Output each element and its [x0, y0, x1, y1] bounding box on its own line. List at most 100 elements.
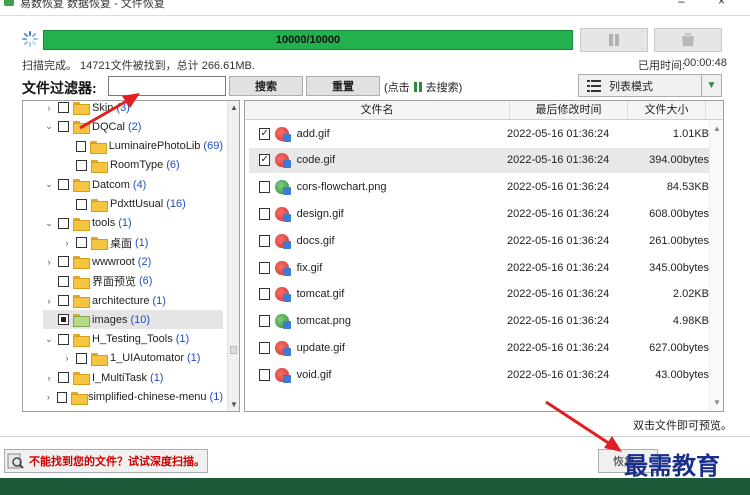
- tree-checkbox[interactable]: [58, 121, 69, 133]
- tree-checkbox[interactable]: [58, 179, 69, 191]
- scan-summary: 扫描完成。 14721文件被找到，总计 266.61MB.: [22, 60, 255, 72]
- tree-item[interactable]: 界面预览 (6): [43, 272, 223, 291]
- expand-chevron-icon[interactable]: ›: [43, 257, 55, 267]
- tree-item[interactable]: › Skin (3): [43, 101, 223, 117]
- tree-checkbox[interactable]: [75, 140, 87, 152]
- reset-button[interactable]: 重置: [306, 76, 380, 96]
- tree-item[interactable]: ⌄ Datcom (4): [43, 175, 223, 194]
- collapse-chevron-icon[interactable]: ⌄: [43, 121, 55, 132]
- tree-item[interactable]: ⌄ tools (1): [43, 214, 223, 233]
- expand-chevron-icon[interactable]: ›: [43, 296, 55, 306]
- file-row[interactable]: tomcat.png 2022-05-16 01:36:24 4.98KB: [249, 309, 709, 334]
- stop-button[interactable]: [654, 28, 722, 52]
- file-checkbox[interactable]: ✓: [259, 127, 271, 140]
- folder-tree[interactable]: ▲ ▼ › Skin (3) ⌄ DQCal (2) LuminairePhotoLib (6…: [22, 100, 240, 412]
- tree-checkbox[interactable]: [58, 314, 69, 326]
- file-row[interactable]: design.gif 2022-05-16 01:36:24 608.00bytes: [249, 201, 709, 226]
- tree-item-label: DQCal: [92, 120, 126, 133]
- collapse-chevron-icon[interactable]: ⌄: [43, 334, 55, 345]
- tree-checkbox[interactable]: [58, 217, 69, 229]
- folder-icon: [73, 179, 90, 193]
- deep-scan-button[interactable]: 不能找到您的文件？试试深度扫描。: [4, 449, 208, 473]
- tree-scrollbar[interactable]: ▲ ▼: [227, 101, 239, 411]
- file-list[interactable]: 文件名 最后修改时间 文件大小 ▲ ▼ ✓ add.gif 2022-05-16 0…: [244, 100, 724, 412]
- tree-item-label: wwwroot: [92, 255, 135, 268]
- list-scroll-down-icon[interactable]: ▼: [713, 398, 721, 407]
- tree-item[interactable]: ⌄ DQCal (2): [43, 117, 223, 136]
- png-file-icon: [275, 180, 291, 196]
- file-row[interactable]: docs.gif 2022-05-16 01:36:24 261.00bytes: [249, 228, 709, 253]
- scroll-thumb[interactable]: [230, 346, 237, 354]
- file-checkbox[interactable]: [259, 288, 271, 301]
- tree-checkbox[interactable]: [58, 275, 69, 287]
- column-name[interactable]: 文件名: [245, 101, 510, 120]
- tree-checkbox[interactable]: [58, 102, 69, 113]
- tree-item[interactable]: ⌄ H_Testing_Tools (1): [43, 330, 223, 349]
- file-row[interactable]: void.gif 2022-05-16 01:36:24 43.00bytes: [249, 362, 709, 387]
- scroll-down-icon[interactable]: ▼: [230, 400, 238, 409]
- file-date: 2022-05-16 01:36:24: [507, 207, 610, 220]
- tree-checkbox[interactable]: [76, 352, 87, 364]
- file-name: tomcat.gif: [296, 288, 345, 301]
- file-row[interactable]: update.gif 2022-05-16 01:36:24 627.00bytes: [249, 335, 709, 360]
- tree-checkbox[interactable]: [76, 237, 87, 249]
- tree-checkbox[interactable]: [58, 372, 69, 384]
- file-size: 2.02KB: [672, 288, 710, 301]
- tree-checkbox[interactable]: [58, 256, 69, 268]
- expand-chevron-icon[interactable]: ›: [43, 103, 55, 113]
- expand-chevron-icon[interactable]: ›: [43, 373, 55, 383]
- filter-input[interactable]: [108, 76, 226, 96]
- file-row[interactable]: tomcat.gif 2022-05-16 01:36:24 2.02KB: [249, 282, 709, 307]
- scroll-up-icon[interactable]: ▲: [230, 103, 238, 112]
- file-size: 627.00bytes: [649, 341, 710, 354]
- file-checkbox[interactable]: [259, 315, 271, 328]
- column-size[interactable]: 文件大小: [628, 101, 706, 120]
- file-row[interactable]: ✓ add.gif 2022-05-16 01:36:24 1.01KB: [249, 121, 709, 146]
- tree-item-label: images: [92, 313, 128, 326]
- file-row[interactable]: cors-flowchart.png 2022-05-16 01:36:24 84.…: [249, 175, 709, 200]
- file-checkbox[interactable]: [259, 368, 271, 381]
- preview-hint: 双击文件即可预览。: [633, 420, 732, 432]
- close-icon[interactable]: ×: [718, 0, 725, 8]
- folder-icon: [73, 121, 90, 135]
- tree-item[interactable]: › 桌面 (1): [61, 233, 223, 252]
- pause-hint-icon: [413, 82, 422, 92]
- tree-item-label: simplified-chinese-menu: [87, 391, 207, 403]
- file-checkbox[interactable]: [259, 341, 271, 354]
- expand-chevron-icon[interactable]: ›: [61, 353, 73, 363]
- file-checkbox[interactable]: ✓: [259, 154, 271, 167]
- file-checkbox[interactable]: [259, 261, 271, 274]
- tree-item[interactable]: LuminairePhotoLib (69): [61, 137, 223, 156]
- list-scroll-up-icon[interactable]: ▲: [713, 124, 721, 133]
- tree-item[interactable]: › wwwroot (2): [43, 252, 223, 271]
- tree-checkbox[interactable]: [76, 159, 87, 171]
- tree-item[interactable]: › architecture (1): [43, 291, 223, 310]
- collapse-chevron-icon[interactable]: ⌄: [43, 218, 55, 229]
- column-date[interactable]: 最后修改时间: [510, 101, 628, 120]
- view-mode-select[interactable]: 列表模式 ▼: [578, 74, 722, 97]
- collapse-chevron-icon[interactable]: ⌄: [43, 179, 55, 190]
- search-button[interactable]: 搜索: [229, 76, 303, 96]
- expand-chevron-icon[interactable]: ›: [61, 238, 73, 248]
- dropdown-arrow-icon[interactable]: ▼: [701, 75, 721, 96]
- tree-item[interactable]: RoomType (6): [61, 156, 223, 175]
- tree-item[interactable]: › 1_UIAutomator (1): [61, 349, 223, 368]
- expand-chevron-icon[interactable]: ›: [43, 392, 54, 402]
- file-row[interactable]: fix.gif 2022-05-16 01:36:24 345.00bytes: [249, 255, 709, 280]
- magnifier-icon: [7, 453, 24, 469]
- tree-item[interactable]: images (10): [43, 310, 223, 330]
- file-checkbox[interactable]: [259, 181, 271, 194]
- pause-button[interactable]: [580, 28, 648, 52]
- tree-checkbox[interactable]: [58, 295, 69, 306]
- tree-checkbox[interactable]: [56, 391, 67, 403]
- list-scrollbar[interactable]: ▲ ▼: [709, 120, 723, 411]
- tree-checkbox[interactable]: [76, 198, 87, 210]
- minimize-icon[interactable]: –: [678, 0, 685, 8]
- tree-item[interactable]: › simplified-chinese-menu (1): [43, 388, 223, 407]
- tree-item[interactable]: PdxttUsual (16): [61, 195, 223, 214]
- file-checkbox[interactable]: [259, 207, 271, 220]
- tree-checkbox[interactable]: [58, 333, 69, 345]
- file-checkbox[interactable]: [259, 234, 271, 247]
- file-row[interactable]: ✓ code.gif 2022-05-16 01:36:24 394.00bytes: [249, 147, 709, 173]
- tree-item[interactable]: › I_MultiTask (1): [43, 368, 223, 387]
